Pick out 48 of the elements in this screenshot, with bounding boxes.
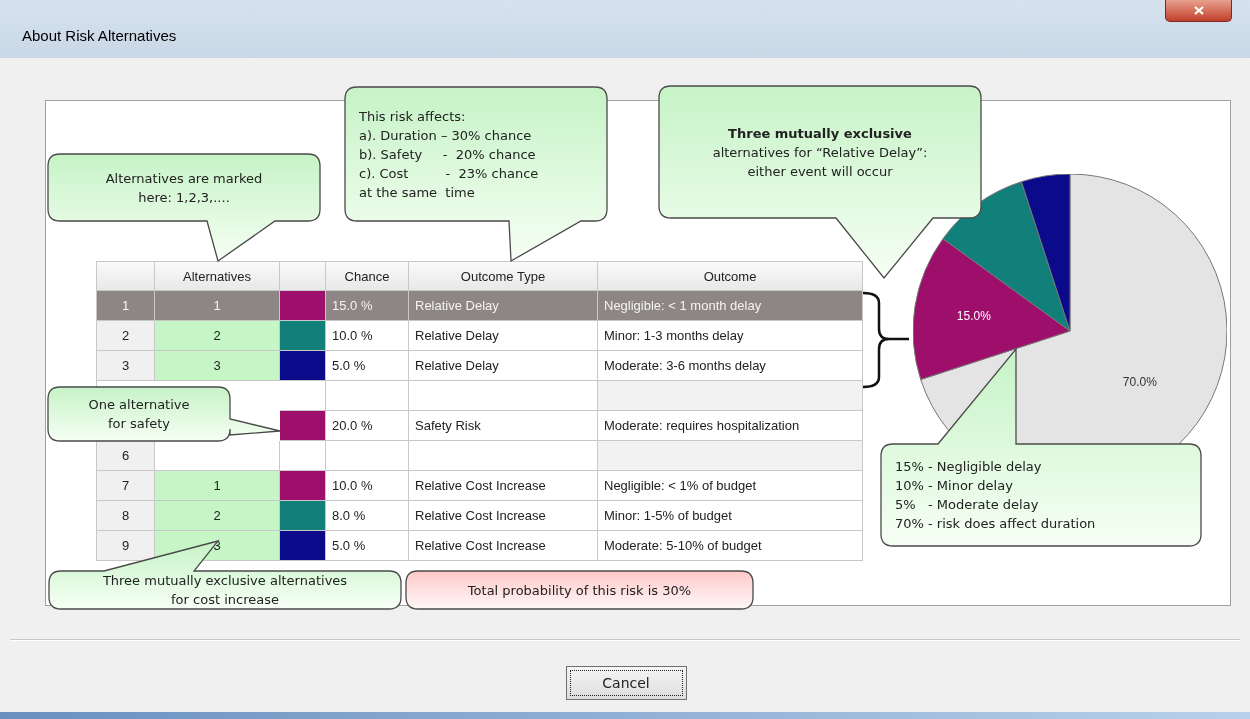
table-cell: 20.0 % xyxy=(326,411,409,441)
column-header: Outcome Type xyxy=(409,262,598,291)
alternative-cell: 2 xyxy=(155,501,280,531)
alternative-cell: 1 xyxy=(155,291,280,321)
table-cell: 15.0 % xyxy=(326,291,409,321)
table-cell: 10.0 % xyxy=(326,471,409,501)
table-cell: 5.0 % xyxy=(326,351,409,381)
table-cell[interactable] xyxy=(598,381,863,411)
table-cell: Relative Cost Increase xyxy=(409,501,598,531)
close-button[interactable] xyxy=(1165,0,1232,22)
row-number-cell[interactable]: 7 xyxy=(97,471,155,501)
callout-text: Total probability of this risk is 30% xyxy=(467,581,692,600)
table-cell[interactable]: Minor: 1-5% of budget xyxy=(598,501,863,531)
pie-label: 70.0% xyxy=(1122,374,1157,389)
column-header: Chance xyxy=(326,262,409,291)
row-number-cell[interactable]: 6 xyxy=(97,441,155,471)
table-cell: 8.0 % xyxy=(326,501,409,531)
callout-text: This risk affects: a). Duration – 30% chance b). Safety - 20% chance c). Cost - 23% chance at the same time xyxy=(359,107,539,202)
row-number-cell[interactable]: 8 xyxy=(97,501,155,531)
pie-label: 15.0% xyxy=(956,308,991,323)
table-cell: 10.0 % xyxy=(326,321,409,351)
column-header: Alternatives xyxy=(155,262,280,291)
table-cell: Relative Cost Increase xyxy=(409,471,598,501)
alternative-cell: 1 xyxy=(155,471,280,501)
row-number-cell[interactable]: 2 xyxy=(97,321,155,351)
alternative-cell: 2 xyxy=(155,321,280,351)
callout-text: Three mutually exclusive alternatives for “Relative Delay”: either event will occur xyxy=(712,124,928,181)
callout-text: 15% - Negligible delay 10% - Minor delay 5% - Moderate delay 70% - risk does affect duration xyxy=(895,458,1096,533)
column-header: Outcome xyxy=(598,262,863,291)
table-cell[interactable] xyxy=(598,441,863,471)
callout-text: Three mutually exclusive alternatives for cost increase xyxy=(102,572,348,609)
table-cell[interactable]: Moderate: 5-10% of budget xyxy=(598,531,863,561)
table-cell: Relative Delay xyxy=(409,351,598,381)
close-icon xyxy=(1193,6,1204,15)
table-cell: 5.0 % xyxy=(326,531,409,561)
window-title: About Risk Alternatives xyxy=(21,27,177,46)
table-cell[interactable]: Minor: 1-3 months delay xyxy=(598,321,863,351)
cancel-button[interactable]: Cancel xyxy=(565,666,687,700)
row-number-cell[interactable]: 9 xyxy=(97,531,155,561)
callout-text: Alternatives are marked here: 1,2,3,.... xyxy=(105,169,263,207)
table-cell: Relative Cost Increase xyxy=(409,531,598,561)
table-cell: Safety Risk xyxy=(409,411,598,441)
alternative-cell: 3 xyxy=(155,351,280,381)
row-number-cell[interactable]: 3 xyxy=(97,351,155,381)
table-cell: Relative Delay xyxy=(409,321,598,351)
table-cell: Relative Delay xyxy=(409,291,598,321)
callout-text: One alternative for safety xyxy=(88,396,190,433)
table-cell[interactable]: Negligible: < 1% of budget xyxy=(598,471,863,501)
